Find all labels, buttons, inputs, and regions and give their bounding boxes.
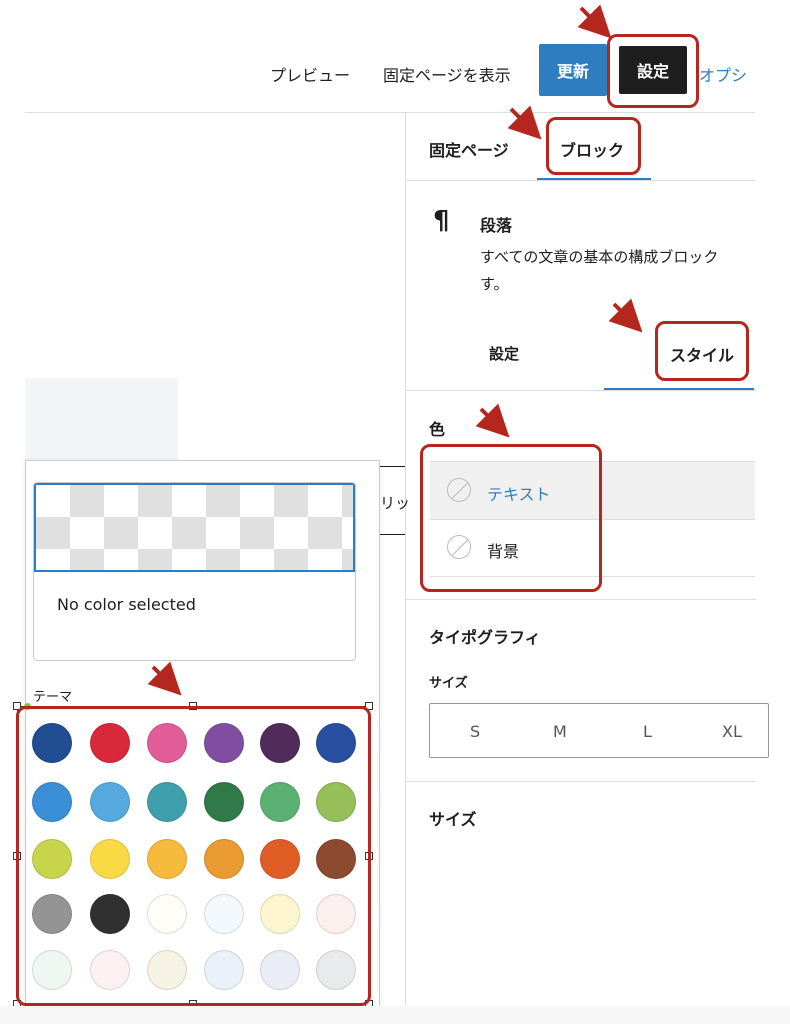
annotation-box-block-tab: [546, 117, 641, 175]
arrow-style-tab: [608, 298, 643, 333]
subtab-settings[interactable]: 設定: [489, 343, 519, 364]
preview-link[interactable]: プレビュー: [270, 62, 350, 86]
annotation-box-swatches: [16, 706, 371, 1006]
annotation-box-style-tab: [655, 321, 749, 381]
color-preview-card: No color selected: [33, 482, 356, 661]
size-heading: サイズ: [429, 810, 477, 829]
tab-page[interactable]: 固定ページ: [429, 137, 509, 161]
block-title: 段落: [480, 216, 513, 235]
view-page-link[interactable]: 固定ページを表示: [383, 62, 511, 86]
font-size-l[interactable]: L: [643, 722, 652, 741]
editor-placeholder-block: [25, 378, 178, 460]
font-size-picker: S M L XL: [429, 703, 769, 758]
bottom-scrollbar-strip: [0, 1006, 790, 1024]
editor-partial-text: リッ: [380, 494, 411, 512]
typography-heading: タイポグラフィ: [429, 628, 541, 647]
font-size-xl[interactable]: XL: [722, 722, 742, 741]
color-heading: 色: [429, 420, 446, 439]
options-link[interactable]: オプシ: [699, 62, 747, 86]
annotation-box-settings: [607, 34, 699, 108]
transparent-preview: [34, 483, 355, 572]
arrow-color-items: [475, 403, 510, 438]
font-size-s[interactable]: S: [470, 722, 480, 741]
sidebar-divider: [405, 112, 406, 1007]
font-size-label: サイズ: [429, 676, 468, 691]
pilcrow-icon: ¶: [433, 206, 450, 236]
subtabs-divider: [406, 390, 756, 391]
editor-toolbar-line: [380, 466, 405, 467]
block-description-line1: すべての文章の基本の構成ブロック: [480, 248, 719, 266]
no-color-selected-label: No color selected: [57, 595, 196, 614]
editor-toolbar-line-bottom: [380, 534, 405, 535]
color-divider: [406, 599, 756, 600]
block-description-line2: す。: [480, 275, 509, 293]
tabs-divider: [406, 180, 756, 181]
font-size-m[interactable]: M: [553, 722, 567, 741]
theme-palette-label: テーマ: [33, 690, 73, 705]
annotation-box-color-items: [420, 444, 602, 592]
toolbar-divider: [25, 112, 755, 113]
update-button[interactable]: 更新: [539, 44, 607, 96]
typography-divider: [406, 781, 756, 782]
